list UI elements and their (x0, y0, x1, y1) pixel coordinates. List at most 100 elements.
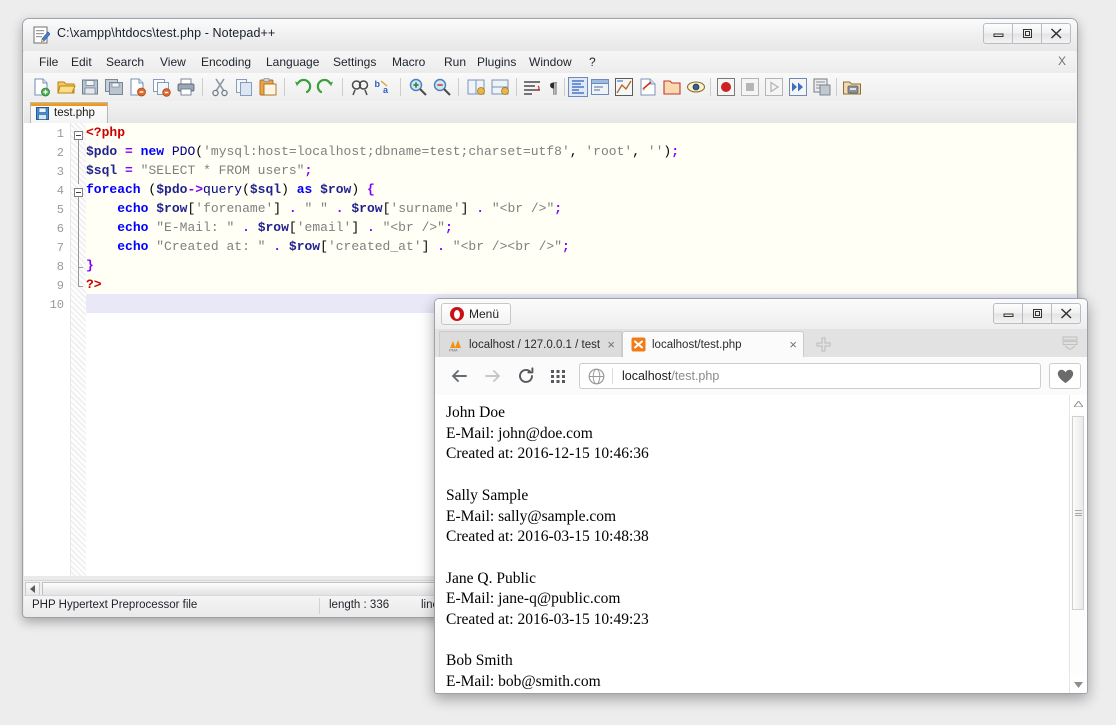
new-file-icon[interactable] (32, 77, 52, 97)
monitoring-eye-icon[interactable] (686, 77, 706, 97)
notepad-close-button[interactable] (1041, 23, 1071, 44)
zoom-out-icon[interactable] (432, 77, 452, 97)
macro-stop-icon[interactable] (740, 77, 760, 97)
reload-icon[interactable] (516, 366, 536, 386)
opera-close-button[interactable] (1051, 303, 1081, 324)
opera-titlebar[interactable]: Menü (435, 299, 1087, 329)
word-wrap-icon[interactable] (522, 77, 542, 97)
print-icon[interactable] (176, 77, 196, 97)
document-tab-test-php[interactable]: test.php (30, 102, 108, 123)
macro-play-multiple-icon[interactable] (788, 77, 808, 97)
browser-tab-phpmyadmin[interactable]: PMA localhost / 127.0.0.1 / test × (439, 331, 622, 357)
scroll-down-arrow-icon[interactable] (1070, 676, 1086, 693)
opera-window-controls (994, 303, 1081, 324)
run-icon[interactable] (842, 77, 862, 97)
vertical-scroll-thumb[interactable] (1072, 416, 1084, 610)
macro-save-icon[interactable] (812, 77, 832, 97)
active-tab-accent-bar (31, 103, 107, 106)
fold-toggle-foreach-block[interactable] (74, 188, 83, 197)
redo-icon[interactable] (316, 77, 336, 97)
browser-tab-label: localhost/test.php (652, 339, 742, 351)
code-line-6: echo "E-Mail: " . $row['email'] . "<br /… (86, 218, 453, 237)
desktop: C:\xampp\htdocs\test.php - Notepad++ Fil… (0, 0, 1116, 725)
opera-minimize-button[interactable] (993, 303, 1023, 324)
zoom-in-icon[interactable] (408, 77, 428, 97)
code-line-2: $pdo = new PDO('mysql:host=localhost;dbn… (86, 142, 679, 161)
save-all-icon[interactable] (104, 77, 124, 97)
notepad-document-tabbar: test.php (24, 101, 1076, 124)
close-all-files-icon[interactable] (152, 77, 172, 97)
opera-logo-icon (450, 307, 464, 321)
menu-settings[interactable]: Settings (328, 54, 381, 70)
function-list-icon[interactable] (638, 77, 658, 97)
new-tab-plus-icon[interactable] (816, 337, 831, 355)
forward-arrow-icon[interactable] (483, 366, 503, 386)
copy-icon[interactable] (234, 77, 254, 97)
horizontal-scroll-thumb[interactable] (42, 582, 448, 596)
document-map-icon[interactable] (614, 77, 634, 97)
code-line-8: } (86, 256, 94, 275)
browser-tab-close-icon[interactable]: × (783, 337, 803, 352)
user-defined-dialog-icon[interactable] (590, 77, 610, 97)
opera-tabstrip: PMA localhost / 127.0.0.1 / test × local… (435, 329, 1087, 358)
menu-help[interactable]: ? (584, 54, 601, 70)
menu-plugins[interactable]: Plugins (472, 54, 521, 70)
heart-button[interactable] (1049, 363, 1081, 389)
address-bar[interactable]: localhost/test.php (579, 363, 1041, 389)
menu-file[interactable]: File (34, 54, 63, 70)
code-folding-margin[interactable] (71, 123, 86, 576)
line-number: 5 (57, 203, 64, 217)
close-file-icon[interactable] (128, 77, 148, 97)
undo-icon[interactable] (292, 77, 312, 97)
folder-as-workspace-icon[interactable] (662, 77, 682, 97)
menu-encoding[interactable]: Encoding (196, 54, 256, 70)
code-line-9: ?> (86, 275, 102, 294)
url-host: localhost (622, 369, 671, 383)
menu-window[interactable]: Window (524, 54, 577, 70)
opera-navigation-bar: localhost/test.php (435, 357, 1087, 396)
close-document-x-button[interactable]: X (1058, 54, 1066, 68)
replace-icon[interactable]: b a (374, 77, 394, 97)
cut-icon[interactable] (210, 77, 230, 97)
menu-view[interactable]: View (155, 54, 191, 70)
code-line-7: echo "Created at: " . $row['created_at']… (86, 237, 570, 256)
opera-menu-label: Menü (469, 307, 499, 321)
menu-run[interactable]: Run (439, 54, 471, 70)
line-number-gutter: 1 2 3 4 5 6 7 8 9 10 (24, 123, 71, 576)
line-number: 10 (50, 298, 64, 312)
code-line-3: $sql = "SELECT * FROM users"; (86, 161, 312, 180)
macro-play-icon[interactable] (764, 77, 784, 97)
fold-toggle-php-block[interactable] (74, 131, 83, 140)
sync-vertical-scroll-icon[interactable] (466, 77, 486, 97)
scroll-up-arrow-icon[interactable] (1070, 395, 1086, 412)
tab-list-icon[interactable] (1062, 336, 1078, 350)
opera-maximize-button[interactable] (1022, 303, 1052, 324)
notepad-maximize-button[interactable] (1012, 23, 1042, 44)
browser-tab-close-icon[interactable]: × (601, 337, 621, 352)
document-tab-label: test.php (54, 107, 95, 119)
menu-edit[interactable]: Edit (66, 54, 97, 70)
line-number: 7 (57, 241, 64, 255)
user-email: E-Mail: sally@sample.com (446, 507, 1065, 528)
notepad-toolbar: b a (24, 73, 1076, 102)
scroll-left-arrow-icon[interactable] (25, 582, 40, 596)
show-all-characters-icon[interactable]: ¶ (546, 77, 566, 97)
save-icon[interactable] (80, 77, 100, 97)
opera-menu-button[interactable]: Menü (441, 303, 511, 325)
back-arrow-icon[interactable] (449, 366, 469, 386)
menu-search[interactable]: Search (101, 54, 149, 70)
indent-guide-icon[interactable] (568, 77, 588, 97)
browser-tab-localhost-test-php[interactable]: localhost/test.php × (622, 331, 804, 357)
speed-dial-grid-icon[interactable] (548, 366, 568, 386)
page-vertical-scrollbar[interactable] (1069, 395, 1087, 693)
menu-language[interactable]: Language (261, 54, 324, 70)
notepad-minimize-button[interactable] (983, 23, 1013, 44)
notepad-titlebar[interactable]: C:\xampp\htdocs\test.php - Notepad++ (23, 19, 1077, 52)
sync-horizontal-scroll-icon[interactable] (490, 77, 510, 97)
open-file-icon[interactable] (56, 77, 76, 97)
line-number: 3 (57, 165, 64, 179)
macro-record-icon[interactable] (716, 77, 736, 97)
menu-macro[interactable]: Macro (387, 54, 430, 70)
find-icon[interactable] (350, 77, 370, 97)
paste-icon[interactable] (258, 77, 278, 97)
